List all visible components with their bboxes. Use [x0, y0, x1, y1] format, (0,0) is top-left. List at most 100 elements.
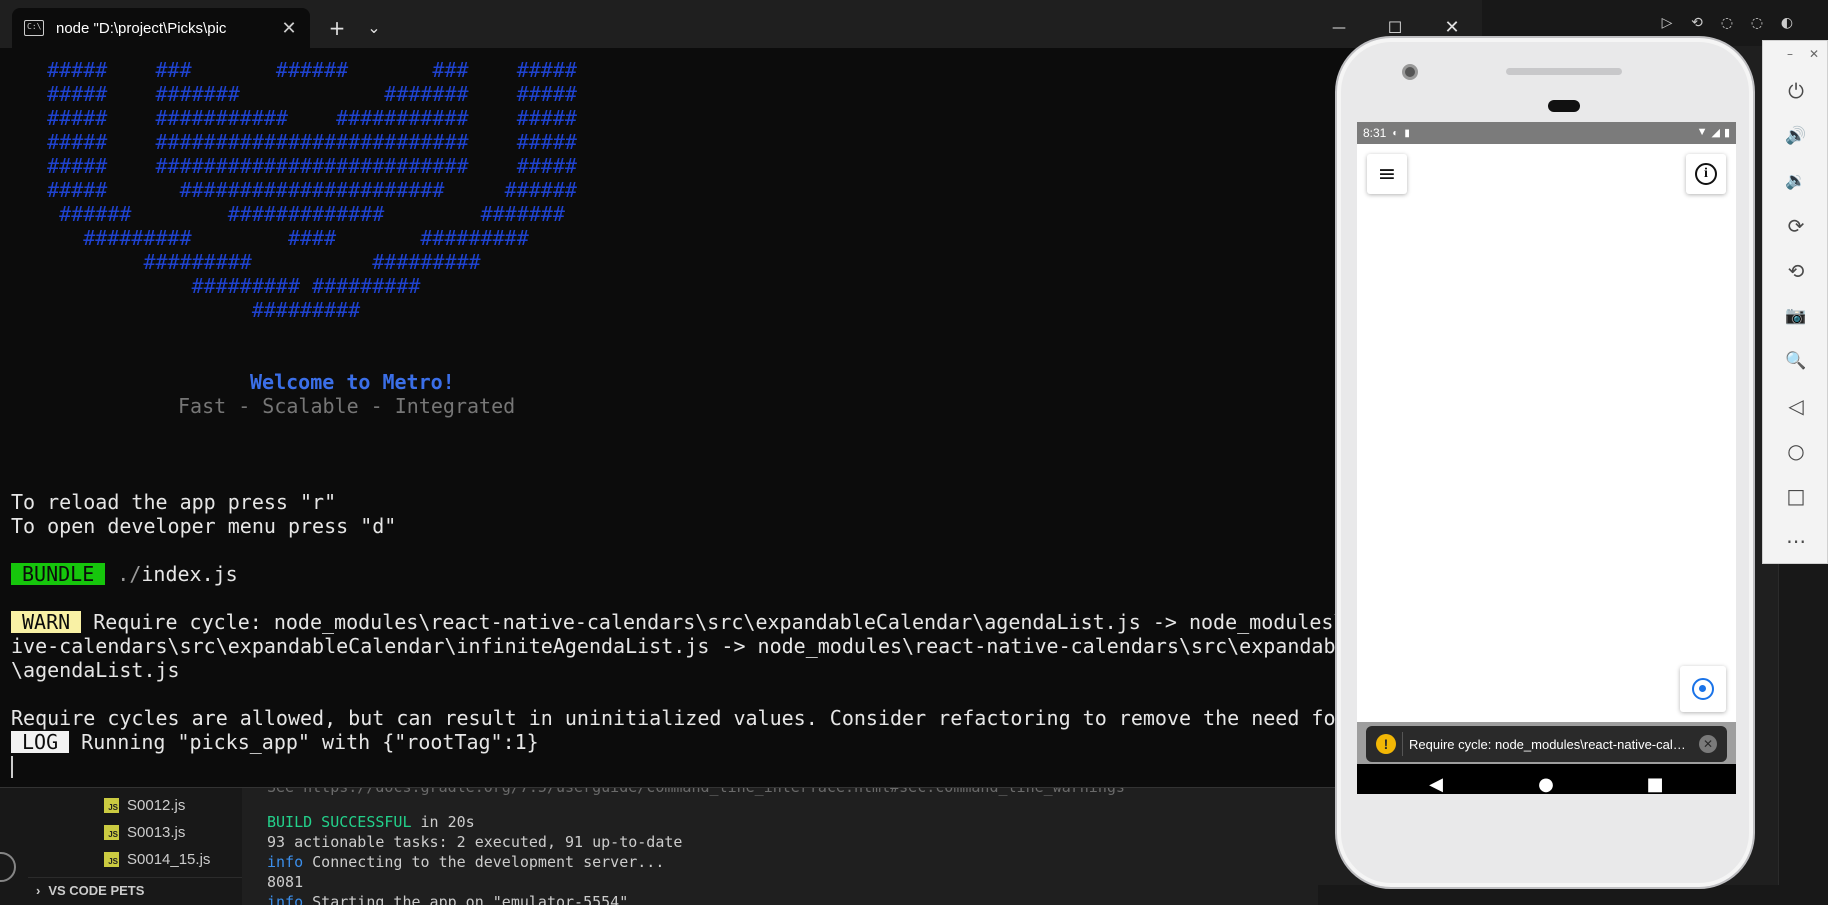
volume-down-icon[interactable]: 🔉 — [1784, 169, 1808, 193]
back-icon[interactable]: ◁ — [1784, 394, 1808, 418]
android-nav-bar: ◀ ● ■ — [1357, 764, 1736, 794]
terminal-line: 93 actionable tasks: 2 executed, 91 up-t… — [267, 833, 683, 851]
terminal-icon: C:\ — [24, 20, 44, 36]
close-icon[interactable]: ✕ — [1809, 47, 1819, 61]
reload-hint: To reload the app press "r" — [11, 490, 337, 514]
back-button[interactable]: ◀ — [1424, 774, 1448, 794]
warn-line-continued: \agendaList.js — [11, 658, 180, 682]
log-tag: LOG — [11, 731, 70, 753]
emulator-toolbar: – ✕ ⏻ 🔊 🔉 ⟳ ⟲ 📷 🔍 ◁ ○ □ ⋯ — [1762, 40, 1828, 564]
info-button[interactable]: i — [1686, 154, 1726, 194]
volume-up-icon[interactable]: 🔊 — [1784, 124, 1808, 148]
build-status: BUILD SUCCESSFUL — [267, 813, 412, 831]
chevron-right-icon: › — [36, 883, 41, 898]
run-icon[interactable]: ▷ — [1658, 14, 1676, 32]
file-item[interactable]: JS S0014_15.js — [104, 848, 210, 870]
my-location-button[interactable] — [1680, 666, 1726, 712]
phone-frame: 8:31 ◐ ▮ ▼ ◢ ▮ ≡ i ! Require cycle: node… — [1335, 36, 1755, 889]
commit-icon[interactable]: ◌ — [1718, 14, 1736, 32]
info-label: info — [267, 853, 304, 871]
android-emulator: 8:31 ◐ ▮ ▼ ◢ ▮ ≡ i ! Require cycle: node… — [1335, 36, 1755, 889]
recents-button[interactable]: ■ — [1643, 774, 1667, 794]
split-icon[interactable]: ◐ — [1778, 14, 1796, 32]
warn-tag: WARN — [11, 611, 82, 633]
more-icon[interactable]: ⋯ — [1784, 529, 1808, 553]
phone-screen[interactable]: 8:31 ◐ ▮ ▼ ◢ ▮ ≡ i ! Require cycle: node… — [1357, 122, 1736, 794]
metro-logo-line: ###### ############# ####### — [11, 202, 565, 226]
terminal-line: info Connecting to the development serve… — [267, 852, 664, 872]
new-tab-button[interactable]: + — [325, 8, 349, 48]
metro-logo-line: ######### #### ######### — [11, 226, 529, 250]
run-debug-icon[interactable]: ⟲ — [1688, 14, 1706, 32]
terminal-line: BUILD SUCCESSFUL in 20s — [267, 812, 475, 832]
metro-logo-line: ######### ######### — [11, 274, 421, 298]
metro-logo-line: ##### ### ###### ### ##### — [11, 58, 577, 82]
info-text: Starting the app on "emulator-5554" — [303, 893, 629, 905]
camera-icon — [1402, 64, 1418, 80]
tab-title: node "D:\project\Picks\pic — [56, 19, 227, 37]
compare-icon[interactable]: ◌ — [1748, 14, 1766, 32]
logbox-warning[interactable]: ! Require cycle: node_modules\react-nati… — [1366, 726, 1727, 762]
terminal-output[interactable]: ##### ### ###### ### ##### ##### #######… — [0, 48, 1482, 788]
terminal-line: info Starting the app on "emulator-5554" — [267, 892, 628, 905]
location-icon — [1692, 678, 1714, 700]
warn-line-continued: ive-calendars\src\expandableCalendar\inf… — [11, 634, 1348, 658]
metro-logo-line: ##### ########################## ##### — [11, 154, 577, 178]
warning-icon: ! — [1376, 734, 1396, 754]
metro-logo-line: ##### ####### ####### ##### — [11, 82, 577, 106]
status-indicators: ▼ ◢ ▮ — [1697, 126, 1730, 139]
bundle-file: index.js — [141, 562, 238, 586]
cycle-note: Require cycles are allowed, but can resu… — [11, 706, 1348, 730]
terminal-titlebar: C:\ node "D:\project\Picks\pic ✕ + ⌄ — ☐… — [0, 0, 1482, 48]
android-status-bar: 8:31 ◐ ▮ ▼ ◢ ▮ — [1357, 122, 1736, 144]
emulator-toolbar-header: – ✕ — [1763, 41, 1828, 67]
speaker-grille — [1506, 68, 1622, 75]
info-label: info — [267, 893, 304, 905]
log-text: Running "picks_app" with {"rootTag":1} — [69, 730, 539, 754]
zoom-icon[interactable]: 🔍 — [1784, 349, 1808, 373]
rotate-left-icon[interactable]: ⟳ — [1784, 214, 1808, 238]
build-time: in 20s — [411, 813, 475, 831]
bundle-line: BUNDLE ./index.js — [11, 562, 238, 586]
close-tab-icon[interactable]: ✕ — [278, 18, 300, 39]
camera-icon[interactable]: 📷 — [1784, 304, 1808, 328]
metro-logo-line: ##### ########################## ##### — [11, 130, 577, 154]
wifi-icon: ▼ — [1696, 126, 1708, 138]
notification-icon: ◐ — [1392, 127, 1399, 139]
hamburger-icon: ≡ — [1377, 161, 1397, 187]
file-item[interactable]: JS S0012.js — [104, 794, 185, 816]
warn-text: Require cycle: node_modules\react-native… — [81, 610, 1346, 634]
devmenu-hint: To open developer menu press "d" — [11, 514, 397, 538]
metro-tagline: Fast - Scalable - Integrated — [178, 394, 516, 418]
file-name: S0013.js — [127, 823, 186, 841]
vscode-pets-section[interactable]: › VS CODE PETS — [28, 877, 242, 903]
terminal-window: C:\ node "D:\project\Picks\pic ✕ + ⌄ — ☐… — [0, 0, 1482, 788]
sd-card-icon: ▮ — [1404, 127, 1410, 139]
menu-button[interactable]: ≡ — [1367, 154, 1407, 194]
section-title: VS CODE PETS — [48, 883, 145, 898]
signal-icon: ◢ — [1711, 127, 1720, 139]
metro-logo-line: ######### ######### — [11, 250, 481, 274]
vscode-terminal-panel: See https://docs.gradle.org/7.5/userguid… — [242, 778, 1318, 905]
metro-logo-line: ######### — [11, 298, 361, 322]
proximity-sensor — [1548, 100, 1580, 112]
minimize-icon[interactable]: – — [1787, 47, 1793, 61]
rotate-right-icon[interactable]: ⟲ — [1784, 259, 1808, 283]
metro-logo-line: ##### ########### ########### ##### — [11, 106, 577, 130]
metro-logo-line: ##### ###################### ###### — [11, 178, 577, 202]
terminal-tab[interactable]: C:\ node "D:\project\Picks\pic ✕ — [12, 8, 310, 48]
bundle-prefix: ./ — [105, 562, 142, 586]
js-file-icon: JS — [104, 824, 119, 840]
home-button[interactable]: ● — [1534, 774, 1558, 794]
bundle-tag: BUNDLE — [11, 563, 106, 585]
power-icon[interactable]: ⏻ — [1784, 79, 1808, 103]
dismiss-icon[interactable]: ✕ — [1699, 735, 1717, 753]
file-name: S0014_15.js — [127, 850, 211, 868]
file-item[interactable]: JS S0013.js — [104, 821, 185, 843]
overview-icon[interactable]: □ — [1784, 484, 1808, 508]
dropdown-icon[interactable]: ⌄ — [362, 8, 386, 48]
home-icon[interactable]: ○ — [1784, 439, 1808, 463]
js-file-icon: JS — [104, 797, 119, 813]
info-icon: i — [1695, 163, 1717, 185]
js-file-icon: JS — [104, 851, 119, 867]
